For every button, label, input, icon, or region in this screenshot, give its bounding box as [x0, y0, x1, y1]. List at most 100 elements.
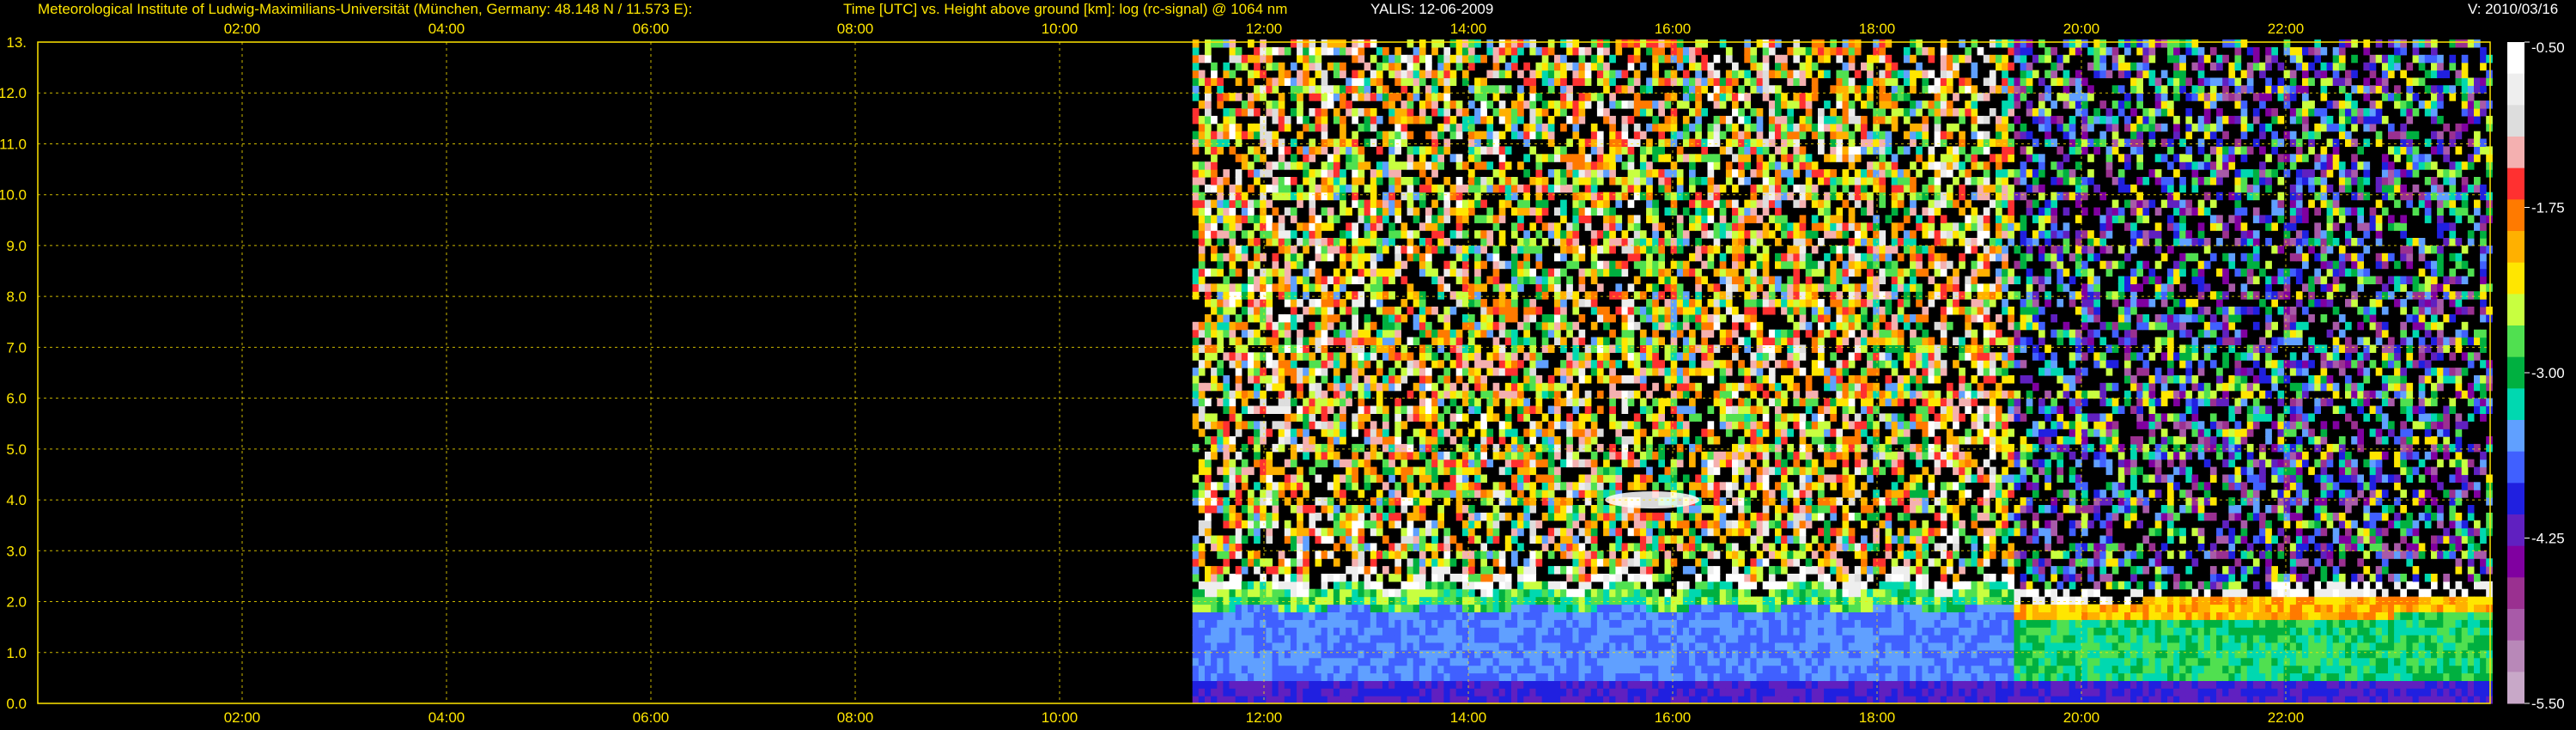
- heatmap-cell: [1627, 527, 1635, 537]
- heatmap-cell: [1235, 368, 1242, 376]
- heatmap-cell: [1590, 421, 1598, 429]
- heatmap-cell: [1676, 192, 1684, 201]
- heatmap-cell: [1321, 329, 1328, 338]
- heatmap-cell: [1248, 627, 1255, 636]
- heatmap-cell: [1211, 581, 1218, 590]
- heatmap-cell: [1290, 429, 1297, 437]
- heatmap-cell: [1297, 131, 1303, 140]
- heatmap-cell: [1455, 390, 1463, 399]
- heatmap-cell: [1364, 215, 1371, 223]
- heatmap-cell: [1315, 368, 1322, 376]
- heatmap-cell: [1223, 390, 1230, 399]
- heatmap-cell: [1425, 252, 1432, 262]
- heatmap-cell: [1284, 459, 1291, 468]
- heatmap-cell: [1321, 429, 1328, 437]
- heatmap-cell: [1523, 260, 1530, 270]
- heatmap-cell: [1590, 466, 1598, 476]
- heatmap-cell: [1639, 85, 1647, 94]
- heatmap-cell: [1504, 680, 1512, 689]
- heatmap-cell: [1388, 451, 1395, 460]
- heatmap-cell: [1609, 222, 1616, 231]
- heatmap-cell: [1609, 619, 1616, 628]
- heatmap-cell: [1566, 535, 1573, 544]
- heatmap-cell: [1566, 657, 1573, 666]
- heatmap-cell: [1248, 375, 1255, 384]
- heatmap-cell: [1554, 512, 1561, 521]
- heatmap-cell: [1639, 459, 1647, 468]
- heatmap-cell: [1321, 421, 1328, 429]
- heatmap-cell: [1254, 520, 1261, 529]
- heatmap-cell: [1198, 672, 1206, 681]
- heatmap-cell: [1192, 672, 1200, 681]
- heatmap-cell: [1468, 680, 1475, 689]
- heatmap-cell: [1370, 466, 1377, 476]
- heatmap-cell: [1290, 138, 1297, 147]
- heatmap-cell: [1547, 443, 1555, 453]
- heatmap-cell: [1584, 665, 1592, 674]
- heatmap-cell: [1492, 574, 1500, 582]
- heatmap-cell: [1223, 123, 1230, 132]
- heatmap-cell: [1358, 360, 1365, 368]
- heatmap-cell: [1609, 657, 1616, 666]
- heatmap-cell: [1400, 649, 1408, 659]
- heatmap-cell: [1468, 184, 1475, 193]
- heatmap-cell: [1309, 611, 1316, 620]
- heatmap-cell: [1560, 512, 1567, 521]
- heatmap-cell: [1400, 497, 1408, 506]
- heatmap-cell: [1560, 627, 1567, 636]
- heatmap-cell: [1578, 627, 1586, 636]
- heatmap-cell: [1223, 512, 1230, 521]
- heatmap-cell: [1382, 596, 1389, 605]
- heatmap-cell: [1652, 260, 1659, 270]
- heatmap-cell: [1504, 329, 1512, 338]
- heatmap-cell: [1358, 291, 1365, 300]
- heatmap-cell: [1541, 535, 1549, 544]
- heatmap-cell: [1682, 551, 1690, 559]
- heatmap-cell: [1327, 527, 1334, 537]
- heatmap-cell: [1609, 382, 1616, 392]
- heatmap-cell: [1327, 238, 1334, 246]
- heatmap-cell: [1541, 313, 1549, 323]
- heatmap-cell: [1223, 688, 1230, 697]
- heatmap-cell: [1400, 466, 1408, 476]
- heatmap-cell: [1406, 520, 1414, 529]
- heatmap-cell: [1560, 360, 1567, 368]
- heatmap-cell: [1504, 672, 1512, 681]
- heatmap-cell: [1284, 405, 1291, 414]
- heatmap-cell: [1406, 497, 1414, 506]
- heatmap-cell: [1266, 307, 1273, 315]
- heatmap-cell: [1309, 299, 1316, 307]
- heatmap-cell: [1290, 474, 1297, 483]
- heatmap-cell: [1364, 268, 1371, 277]
- heatmap-cell: [1333, 596, 1340, 605]
- heatmap-cell: [1670, 375, 1678, 384]
- heatmap-cell: [1198, 215, 1206, 223]
- heatmap-cell: [1517, 108, 1524, 117]
- heatmap-cell: [1358, 421, 1365, 429]
- heatmap-cell: [1609, 192, 1616, 201]
- heatmap-cell: [1664, 177, 1672, 186]
- heatmap-cell: [1260, 611, 1267, 620]
- heatmap-cell: [1437, 665, 1444, 674]
- heatmap-cell: [1621, 551, 1629, 559]
- heatmap-cell: [1376, 299, 1383, 307]
- heatmap-cell: [1468, 405, 1475, 414]
- heatmap-cell: [1504, 490, 1512, 498]
- heatmap-cell: [1590, 512, 1598, 521]
- heatmap-cell: [1290, 543, 1297, 551]
- heatmap-cell: [1394, 313, 1401, 323]
- heatmap-cell: [1664, 382, 1672, 392]
- heatmap-cell: [1621, 680, 1629, 689]
- heatmap-cell: [1346, 474, 1352, 483]
- heatmap-cell: [1480, 512, 1487, 521]
- heatmap-cell: [1272, 520, 1279, 529]
- heatmap-cell: [1590, 527, 1598, 537]
- heatmap-cell: [1676, 421, 1684, 429]
- heatmap-cell: [1566, 62, 1573, 71]
- heatmap-cell: [1572, 230, 1580, 239]
- heatmap-cell: [1529, 436, 1537, 445]
- heatmap-cell: [1523, 451, 1530, 460]
- heatmap-cell: [1547, 283, 1555, 292]
- heatmap-cell: [1376, 222, 1383, 231]
- heatmap-cell: [1517, 436, 1524, 445]
